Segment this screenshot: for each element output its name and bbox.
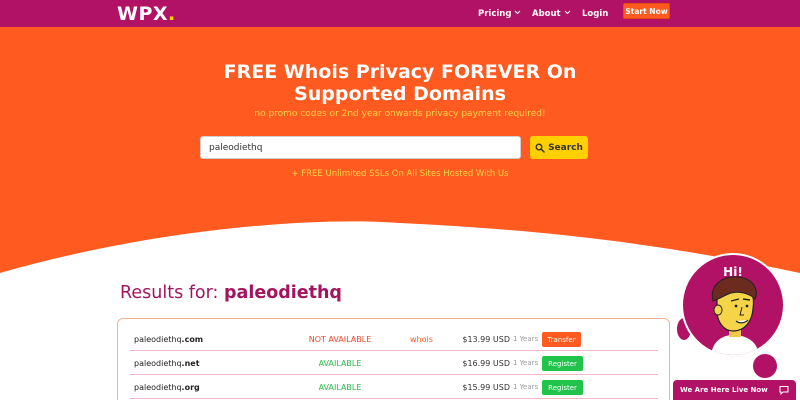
logo-text: WPX — [117, 2, 169, 25]
availability-status: NOT AVAILABLE — [308, 334, 372, 344]
nav-about-label: About — [532, 8, 561, 19]
search-button-label: Search — [548, 142, 583, 153]
search-icon — [535, 143, 545, 153]
wpx-logo[interactable]: WPX. — [117, 0, 176, 27]
availability-status: AVAILABLE — [318, 382, 362, 392]
domain-base: paleodiethq — [134, 334, 182, 344]
domain-tld: .org — [181, 382, 200, 392]
start-now-button[interactable]: Start Now — [623, 3, 670, 19]
hero-subtitle: no promo codes or 2nd year onwards priva… — [254, 109, 546, 119]
chat-decor-bubble — [753, 354, 777, 378]
top-navigation-bar: WPX. Pricing About Login Start Now — [0, 0, 800, 27]
results-query: paleodiethq — [223, 283, 342, 303]
domain-name: paleodiethq .org — [134, 375, 200, 399]
nav-pricing-label: Pricing — [478, 8, 512, 19]
results-label: Results for: — [120, 283, 219, 303]
domain-base: paleodiethq — [134, 382, 182, 392]
logo-dot: . — [168, 2, 176, 25]
domain-name: paleodiethq .com — [134, 327, 203, 351]
table-row: paleodiethq .com NOT AVAILABLE whois $13.… — [130, 327, 658, 351]
domain-tld: .com — [181, 334, 204, 344]
nav-about[interactable]: About — [532, 0, 571, 27]
hero-section: FREE Whois Privacy FOREVER On Supported … — [0, 27, 800, 282]
chat-bubble-icon — [779, 386, 789, 395]
transfer-button[interactable]: Transfer — [542, 332, 581, 347]
chevron-down-icon — [564, 9, 571, 17]
hero-title: FREE Whois Privacy FOREVER On Supported … — [223, 61, 577, 105]
chat-greeting: Hi! — [723, 265, 743, 279]
search-button[interactable]: Search — [530, 136, 588, 159]
table-row: paleodiethq .org AVAILABLE $15.99 USD 1 Y… — [130, 375, 658, 399]
domain-search-input[interactable] — [200, 136, 521, 159]
whois-link[interactable]: whois — [410, 327, 433, 351]
results-table: paleodiethq .com NOT AVAILABLE whois $13.… — [117, 318, 670, 400]
domain-price: $13.99 USD — [462, 334, 510, 344]
domain-base: paleodiethq — [134, 358, 182, 368]
live-chat-bar[interactable]: We Are Here Live Now — [673, 380, 796, 400]
nav-pricing[interactable]: Pricing — [478, 0, 521, 27]
results-heading: Results for: paleodiethq — [120, 283, 342, 303]
availability-status: AVAILABLE — [318, 358, 362, 368]
register-button[interactable]: Register — [542, 356, 583, 371]
nav-login[interactable]: Login — [582, 0, 608, 27]
domain-price: $15.99 USD — [462, 382, 510, 392]
table-row: paleodiethq .net AVAILABLE $16.99 USD 1 Y… — [130, 351, 658, 375]
domain-term: 1 Years — [513, 383, 539, 391]
ssl-promo-note: + FREE Unlimited SSLs On All Sites Hoste… — [291, 169, 509, 179]
domain-term: 1 Years — [513, 359, 539, 367]
domain-name: paleodiethq .net — [134, 351, 200, 375]
domain-term: 1 Years — [513, 335, 539, 343]
domain-price: $16.99 USD — [462, 358, 510, 368]
domain-tld: .net — [181, 358, 200, 368]
live-chat-label: We Are Here Live Now — [680, 386, 768, 394]
register-button[interactable]: Register — [542, 380, 583, 395]
chevron-down-icon — [514, 9, 521, 17]
nav-login-label: Login — [582, 8, 609, 19]
chat-avatar-bubble[interactable]: Hi! — [681, 253, 785, 357]
